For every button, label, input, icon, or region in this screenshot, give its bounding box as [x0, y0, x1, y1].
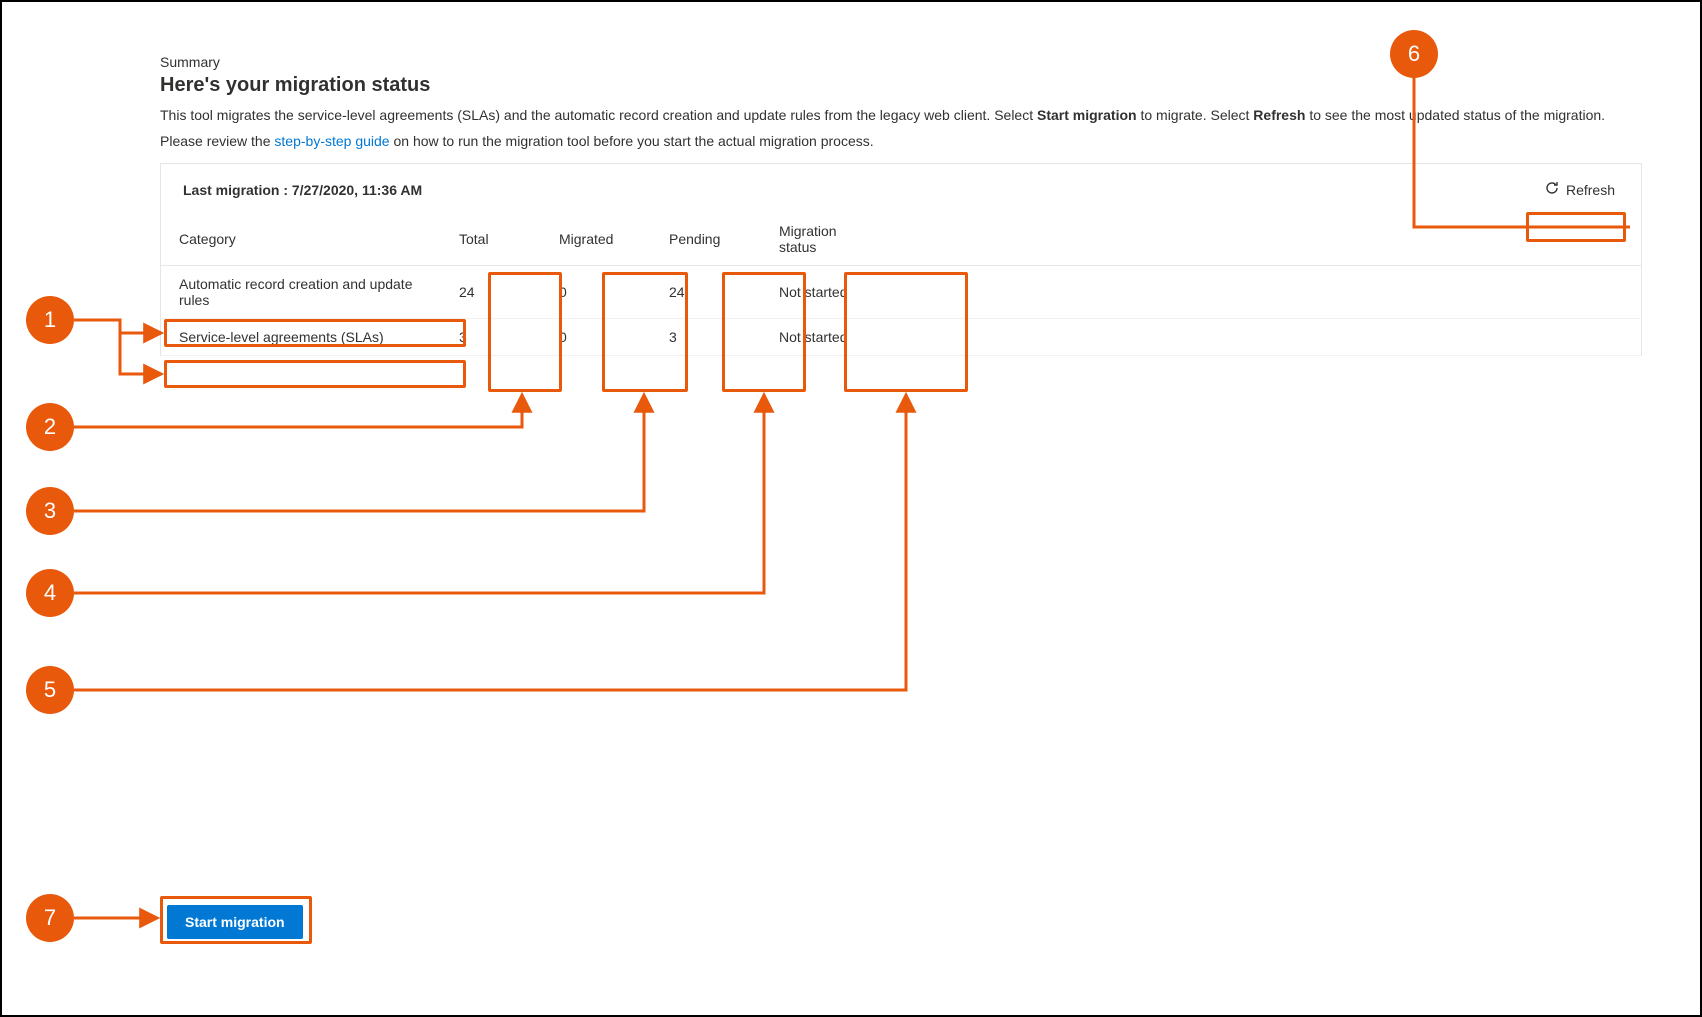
cell-category: Automatic record creation and update rul… — [161, 266, 441, 319]
last-migration-label: Last migration : 7/27/2020, 11:36 AM — [183, 182, 422, 198]
callout-box-status — [844, 272, 968, 392]
th-migrated: Migrated — [541, 213, 651, 266]
callout-box-category-row2 — [164, 360, 466, 388]
callout-box-start-migration — [160, 896, 312, 944]
callout-box-migrated — [602, 272, 688, 392]
th-status: Migration status — [761, 213, 881, 266]
cell-spacer — [881, 266, 1641, 319]
guide-link[interactable]: step-by-step guide — [274, 133, 389, 149]
refresh-button[interactable]: Refresh — [1536, 176, 1623, 203]
guide-pre: Please review the — [160, 133, 274, 149]
callout-1: 1 — [26, 296, 74, 344]
table-header-row: Category Total Migrated Pending Migratio… — [161, 213, 1641, 266]
th-pending: Pending — [651, 213, 761, 266]
th-category: Category — [161, 213, 441, 266]
intro-pre: This tool migrates the service-level agr… — [160, 107, 1037, 123]
intro-mid: to migrate. Select — [1140, 107, 1253, 123]
guide-post: on how to run the migration tool before … — [393, 133, 873, 149]
callout-5: 5 — [26, 666, 74, 714]
screenshot-frame: Summary Here's your migration status Thi… — [0, 0, 1702, 1017]
callout-box-total — [488, 272, 562, 392]
callout-4: 4 — [26, 569, 74, 617]
page-title: Here's your migration status — [160, 74, 1642, 97]
refresh-label: Refresh — [1566, 182, 1615, 198]
intro-start-bold: Start migration — [1037, 107, 1137, 123]
th-total: Total — [441, 213, 541, 266]
callout-3: 3 — [26, 487, 74, 535]
cell-spacer — [881, 319, 1641, 356]
callout-2: 2 — [26, 403, 74, 451]
callout-box-refresh — [1526, 212, 1626, 242]
callout-7: 7 — [26, 894, 74, 942]
callout-6: 6 — [1390, 30, 1438, 78]
guide-line: Please review the step-by-step guide on … — [160, 133, 1642, 149]
callout-box-category-row1 — [164, 319, 466, 347]
intro-post: to see the most updated status of the mi… — [1309, 107, 1605, 123]
panel-top: Last migration : 7/27/2020, 11:36 AM Ref… — [161, 164, 1641, 213]
intro-text: This tool migrates the service-level agr… — [160, 105, 1642, 125]
callout-box-pending — [722, 272, 806, 392]
intro-refresh-bold: Refresh — [1253, 107, 1305, 123]
refresh-icon — [1544, 180, 1560, 199]
